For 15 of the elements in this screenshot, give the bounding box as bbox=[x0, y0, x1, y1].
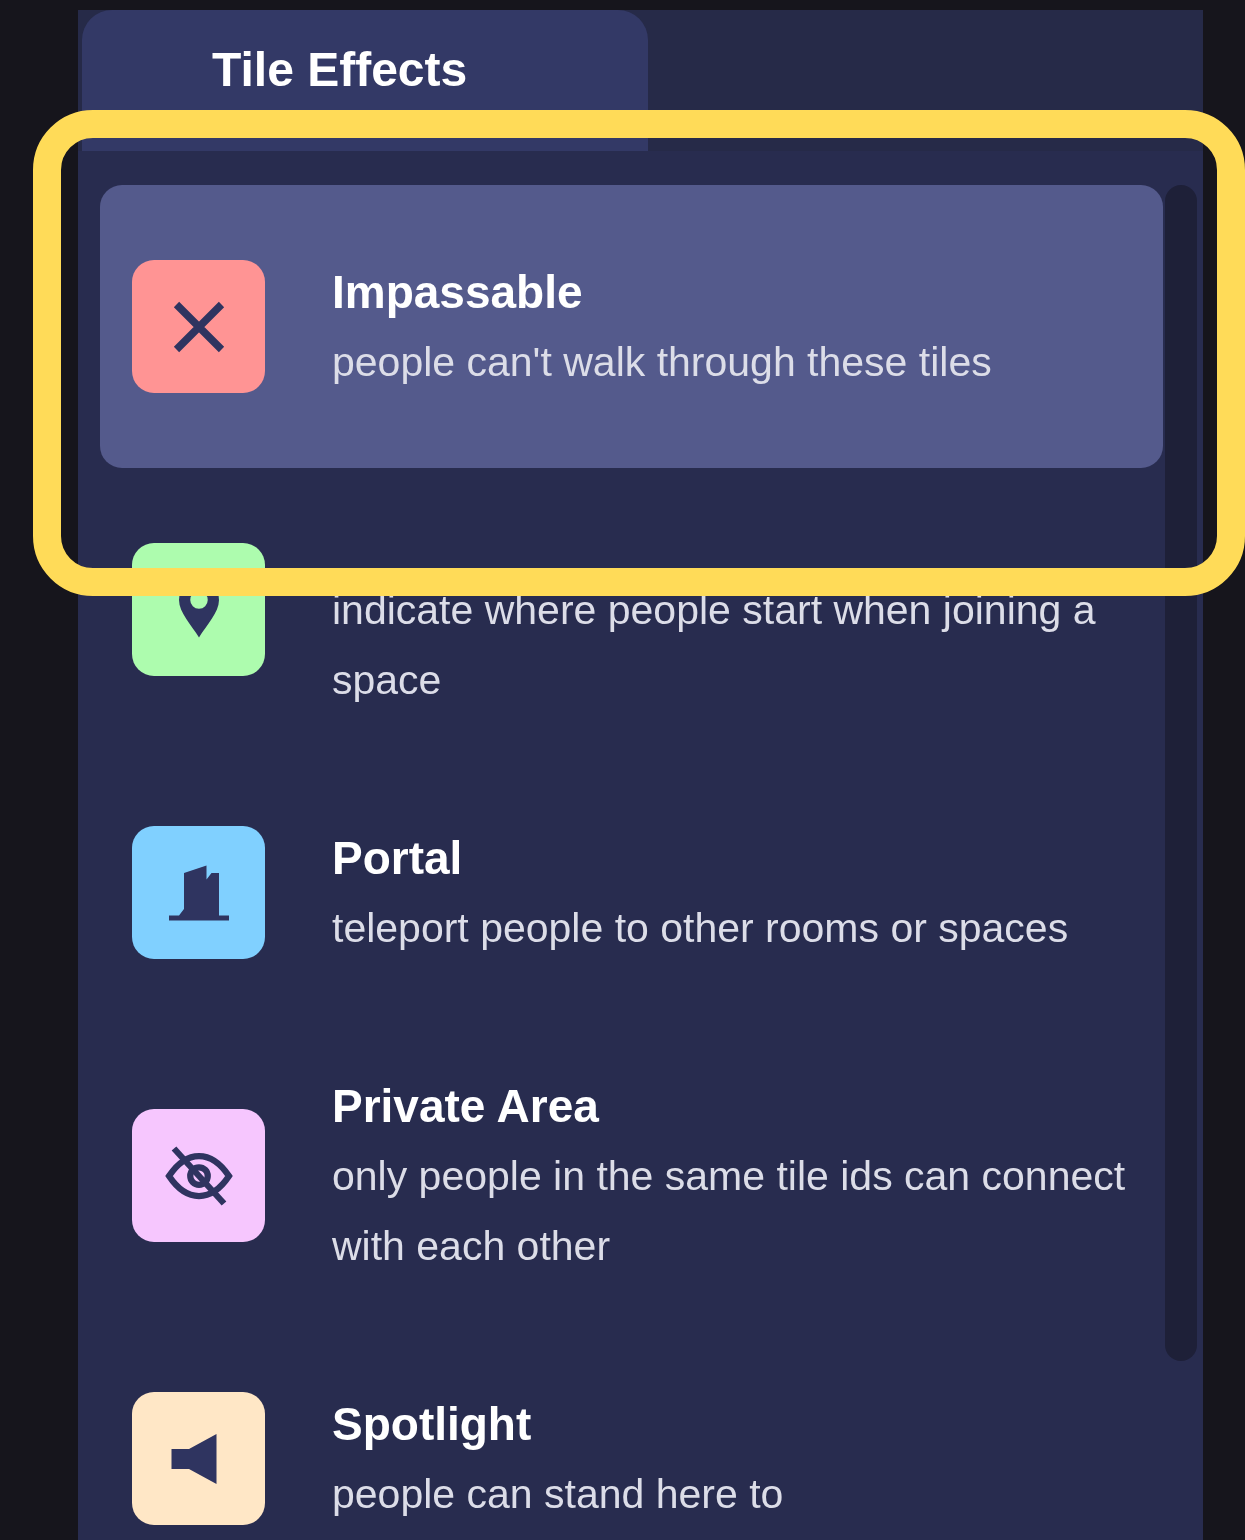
effect-item[interactable]: Spotlight people can stand here to bbox=[100, 1317, 1163, 1540]
effect-description: teleport people to other rooms or spaces bbox=[332, 903, 1070, 953]
effect-title: Spotlight bbox=[332, 1396, 532, 1452]
effect-item[interactable]: Private Area only people in the same tile ids can connect with each other bbox=[100, 1034, 1163, 1317]
effect-title: Portal bbox=[332, 830, 463, 886]
effect-description: only people in the same tile ids can connect with each other bbox=[332, 1151, 1127, 1271]
effect-item[interactable]: Impassable people can't walk through these tiles bbox=[100, 185, 1163, 468]
effect-description: people can't walk through these tiles bbox=[332, 337, 993, 387]
effect-item[interactable]: Portal teleport people to other rooms or spaces bbox=[100, 751, 1163, 1034]
effect-item[interactable]: indicate where people start when joining a space bbox=[100, 468, 1163, 751]
effect-title: Private Area bbox=[332, 1078, 599, 1134]
effect-title: Impassable bbox=[332, 264, 583, 320]
scrollbar[interactable] bbox=[1165, 185, 1197, 1361]
effect-description: indicate where people start when joining a space bbox=[332, 585, 1097, 705]
effect-description: people can stand here to bbox=[332, 1469, 785, 1519]
